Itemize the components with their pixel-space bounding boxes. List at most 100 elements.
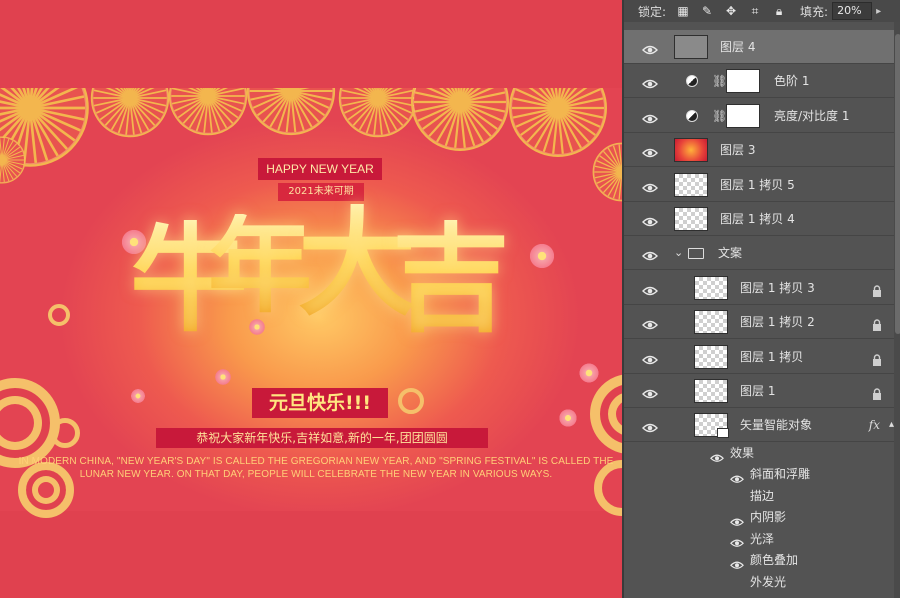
- visibility-eye-icon[interactable]: [642, 282, 658, 295]
- effect-visibility-eye-icon[interactable]: [730, 512, 744, 526]
- visibility-eye-icon[interactable]: [642, 351, 658, 364]
- visibility-eye-icon[interactable]: [642, 144, 658, 158]
- fill-dropdown-icon[interactable]: ▸: [876, 6, 881, 17]
- scrollbar-thumb[interactable]: [895, 34, 900, 334]
- layer-thumbnail[interactable]: [694, 413, 729, 439]
- happy-new-year-banner: HAPPY NEW YEAR: [258, 158, 382, 180]
- effect-item[interactable]: 光泽: [750, 529, 774, 549]
- group-expand-chevron-icon[interactable]: ⌄: [674, 236, 683, 270]
- layer-thumbnail[interactable]: [674, 172, 708, 197]
- layer-thumbnail[interactable]: [694, 275, 728, 300]
- lock-transparent-pixels-icon[interactable]: ▦: [676, 4, 690, 18]
- layer-row[interactable]: 图层 3: [624, 133, 894, 168]
- layer-name[interactable]: 图层 4: [720, 30, 755, 64]
- lock-all-icon[interactable]: 🔒︎: [772, 4, 786, 18]
- layer-thumbnail[interactable]: [674, 35, 708, 59]
- layer-row[interactable]: 图层 1 拷贝 3: [624, 270, 894, 305]
- layer-lock-icon: [872, 351, 882, 366]
- visibility-eye-icon[interactable]: [642, 213, 658, 227]
- visibility-eye-icon[interactable]: [642, 419, 658, 433]
- greeting-line: 恭祝大家新年快乐,吉祥如意,新的一年,团团圆圆: [156, 428, 488, 448]
- fan-ornament: [168, 88, 248, 136]
- effects-group-label[interactable]: 效果: [730, 443, 754, 463]
- layer-effects-fx-icon[interactable]: fx: [869, 408, 880, 442]
- levels-adjustment-icon: [686, 75, 698, 88]
- effect-visibility-eye-icon[interactable]: [730, 534, 744, 548]
- fill-input[interactable]: 20%: [832, 2, 873, 20]
- layer-row[interactable]: 图层 1: [624, 374, 894, 408]
- effect-item[interactable]: 外发光: [750, 572, 786, 592]
- plum-blossom: [578, 362, 600, 384]
- main-title: 牛 年 大 吉: [130, 200, 510, 370]
- mask-link-icon[interactable]: ⛓: [712, 99, 727, 133]
- document-canvas[interactable]: HAPPY NEW YEAR 2021未来可期 牛 年 大 吉 元旦快乐!!! …: [0, 0, 622, 598]
- visibility-eye-icon[interactable]: [642, 110, 658, 123]
- plum-blossom: [214, 368, 232, 386]
- visibility-eye-icon[interactable]: [642, 316, 658, 330]
- folder-icon: [688, 248, 704, 260]
- effect-item[interactable]: 颜色叠加: [750, 550, 798, 570]
- effect-item[interactable]: 描边: [750, 486, 774, 506]
- layer-name[interactable]: 图层 1 拷贝 5: [720, 168, 795, 202]
- fill-label: 填充:: [800, 4, 829, 19]
- fan-ornament: [246, 88, 336, 136]
- layer-name[interactable]: 图层 3: [720, 133, 755, 167]
- layer-name[interactable]: 矢量智能对象: [740, 408, 812, 442]
- layer-thumbnail[interactable]: [694, 379, 728, 403]
- layer-name[interactable]: 亮度/对比度 1: [774, 99, 850, 133]
- layer-name[interactable]: 图层 1 拷贝: [740, 340, 803, 374]
- lock-position-icon[interactable]: ✥: [724, 4, 738, 18]
- fan-ornament: [90, 88, 170, 138]
- fan-ornament: [592, 142, 622, 202]
- visibility-eye-icon[interactable]: [642, 385, 658, 399]
- lock-image-pixels-icon[interactable]: ✎: [700, 4, 714, 18]
- visibility-eye-icon[interactable]: [642, 41, 658, 55]
- layer-mask-thumbnail[interactable]: [726, 103, 760, 128]
- layer-row[interactable]: 图层 1 拷贝 4: [624, 202, 894, 236]
- layers-panel: 锁定: ▦ ✎ ✥ ⌗ 🔒︎ 填充: 20% ▸ 图层 4 ⛓ 色阶 1 ⛓ 亮度/对比…: [622, 0, 900, 598]
- effect-item[interactable]: 内阴影: [750, 507, 786, 527]
- fan-ornament: [410, 88, 510, 152]
- layer-thumbnail[interactable]: [694, 344, 728, 369]
- visibility-eye-icon[interactable]: [642, 75, 658, 89]
- layers-scrollbar[interactable]: [894, 22, 900, 598]
- effects-visibility-eye-icon[interactable]: [710, 448, 724, 462]
- visibility-eye-icon[interactable]: [642, 179, 658, 192]
- layer-row[interactable]: 图层 1 拷贝 5: [624, 167, 894, 202]
- layer-row[interactable]: 图层 4: [624, 30, 894, 64]
- effect-visibility-eye-icon[interactable]: [730, 555, 744, 569]
- effect-item[interactable]: 斜面和浮雕: [750, 464, 810, 484]
- layer-name[interactable]: 图层 1 拷贝 2: [740, 305, 815, 339]
- layer-thumbnail[interactable]: [674, 207, 708, 231]
- plum-blossom: [130, 388, 146, 404]
- effect-visibility-eye-icon[interactable]: [730, 469, 744, 483]
- layer-mask-thumbnail[interactable]: [726, 69, 760, 94]
- plum-blossom: [528, 242, 556, 270]
- layer-name[interactable]: 文案: [718, 236, 742, 270]
- layer-row[interactable]: ⌄ 文案: [624, 236, 894, 271]
- layer-lock-icon: [872, 316, 882, 332]
- subtitle-banner: 元旦快乐!!!: [252, 388, 388, 418]
- visibility-eye-icon[interactable]: [642, 247, 658, 261]
- fan-ornament: [0, 136, 26, 184]
- layer-row[interactable]: ⛓ 色阶 1: [624, 64, 894, 99]
- layer-name[interactable]: 图层 1 拷贝 3: [740, 271, 815, 305]
- swirl-ornament: [50, 418, 80, 448]
- layer-thumbnail[interactable]: [694, 310, 728, 335]
- layer-name[interactable]: 图层 1 拷贝 4: [720, 202, 795, 236]
- layer-lock-icon: [872, 282, 882, 297]
- swirl-ornament: [398, 388, 424, 414]
- layer-thumbnail[interactable]: [674, 138, 708, 163]
- english-description: IN MODERN CHINA, "NEW YEAR'S DAY" IS CAL…: [18, 456, 614, 480]
- layer-row[interactable]: 图层 1 拷贝: [624, 339, 894, 374]
- brightness-adjustment-icon: [686, 109, 698, 122]
- layer-row[interactable]: 矢量智能对象 fx ▴: [624, 408, 894, 443]
- lock-label: 锁定:: [638, 4, 667, 19]
- layer-row[interactable]: 图层 1 拷贝 2: [624, 305, 894, 340]
- layer-name[interactable]: 色阶 1: [774, 64, 809, 98]
- lock-artboard-icon[interactable]: ⌗: [748, 4, 762, 18]
- layer-name[interactable]: 图层 1: [740, 374, 775, 408]
- mask-link-icon[interactable]: ⛓: [712, 64, 727, 98]
- layer-row[interactable]: ⛓ 亮度/对比度 1: [624, 98, 894, 133]
- title-char: 吉: [392, 209, 511, 348]
